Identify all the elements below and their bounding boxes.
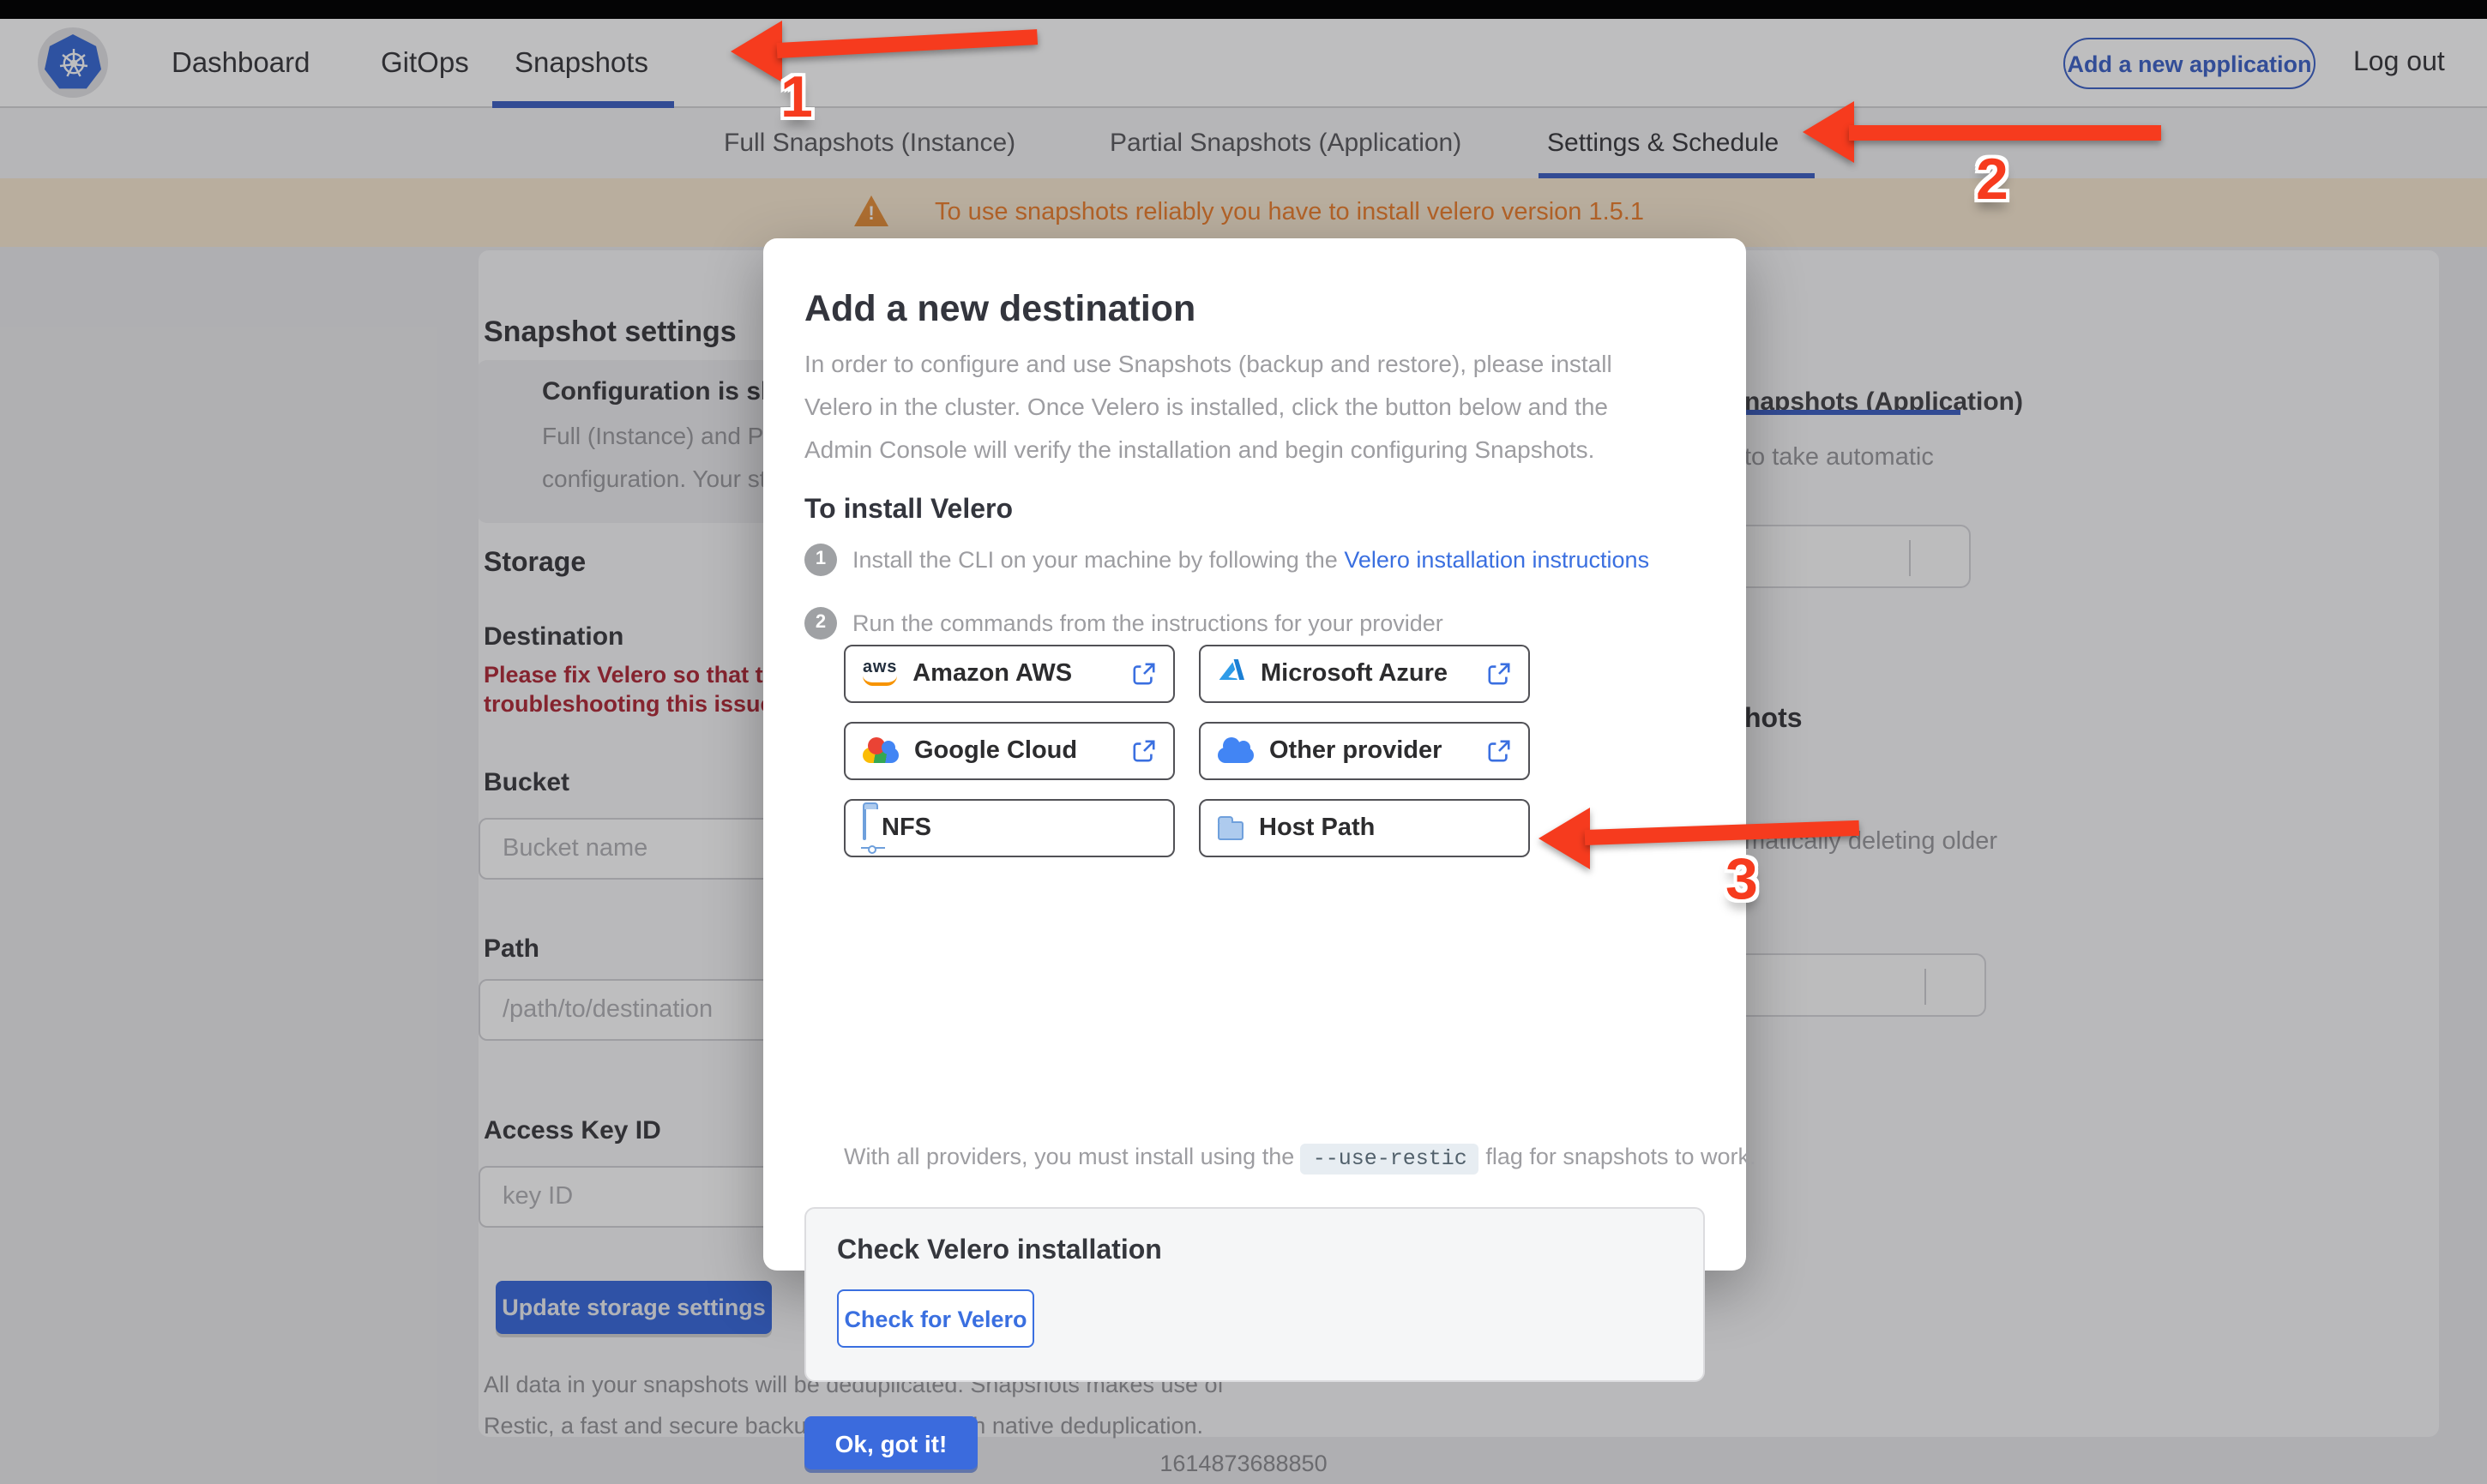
step-1-text: Install the CLI on your machine by follo… [852,547,1649,573]
provider-label: Amazon AWS [912,660,1073,688]
annotation-arrow-2-head [1803,101,1854,163]
external-link-icon [1132,662,1156,686]
external-link-icon [1132,739,1156,763]
modal-intro-line2: Velero in the cluster. Once Velero is in… [804,393,1609,420]
step-2-text: Run the commands from the instructions f… [852,610,1443,636]
google-cloud-logo-icon [863,736,899,762]
modal-intro-line1: In order to configure and use Snapshots … [804,350,1612,377]
annotation-arrow-2-tail [1849,125,2161,141]
step-1-badge: 1 [804,544,837,576]
external-link-icon [1487,662,1511,686]
nfs-folder-icon [861,808,885,854]
check-for-velero-button[interactable]: Check for Velero [837,1289,1034,1348]
provider-label: Other provider [1269,737,1442,765]
cloud-icon [1218,736,1254,762]
provider-label: NFS [882,814,931,842]
screenshot-stage: Dashboard GitOps Snapshots Add a new app… [0,0,2487,1484]
annotation-label-1: 1 [780,65,813,130]
restic-note-before: With all providers, you must install usi… [844,1144,1295,1169]
modal-intro-line3: Admin Console will verify the installati… [804,436,1595,463]
provider-button-other-provider[interactable]: Other provider [1199,722,1530,780]
external-link-icon [1487,739,1511,763]
restic-note-after: flag for snapshots to work. [1485,1144,1756,1169]
add-destination-modal: Add a new destination In order to config… [763,238,1756,1469]
velero-instructions-link[interactable]: Velero installation instructions [1344,547,1649,573]
provider-button-amazon-aws[interactable]: aws Amazon AWS [844,645,1175,703]
annotation-arrow-3-head [1539,808,1590,869]
annotation-label-3: 3 [1725,847,1758,912]
step-2-badge: 2 [804,607,837,640]
annotation-arrow-1-head [731,21,782,82]
modal-title: Add a new destination [804,288,1196,329]
provider-button-google-cloud[interactable]: Google Cloud [844,722,1175,780]
check-velero-heading: Check Velero installation [837,1236,1162,1265]
provider-label: Microsoft Azure [1261,660,1448,688]
aws-logo-icon: aws [863,659,897,686]
use-restic-flag: --use-restic [1300,1144,1479,1175]
provider-label: Host Path [1259,814,1376,842]
provider-button-host-path[interactable]: Host Path [1199,799,1530,857]
install-velero-heading: To install Velero [804,496,1014,525]
provider-button-microsoft-azure[interactable]: Microsoft Azure [1199,645,1530,703]
folder-icon [1218,816,1244,840]
provider-button-nfs[interactable]: NFS [844,799,1175,857]
ok-got-it-button[interactable]: Ok, got it! [804,1416,978,1469]
annotation-label-2: 2 [1976,147,2008,213]
provider-label: Google Cloud [914,737,1078,765]
check-velero-section: Check Velero installation Check for Vele… [804,1207,1705,1382]
restic-note: With all providers, you must install usi… [844,1144,1756,1175]
step-1-instruction: Install the CLI on your machine by follo… [852,547,1338,573]
azure-logo-icon [1218,657,1245,691]
